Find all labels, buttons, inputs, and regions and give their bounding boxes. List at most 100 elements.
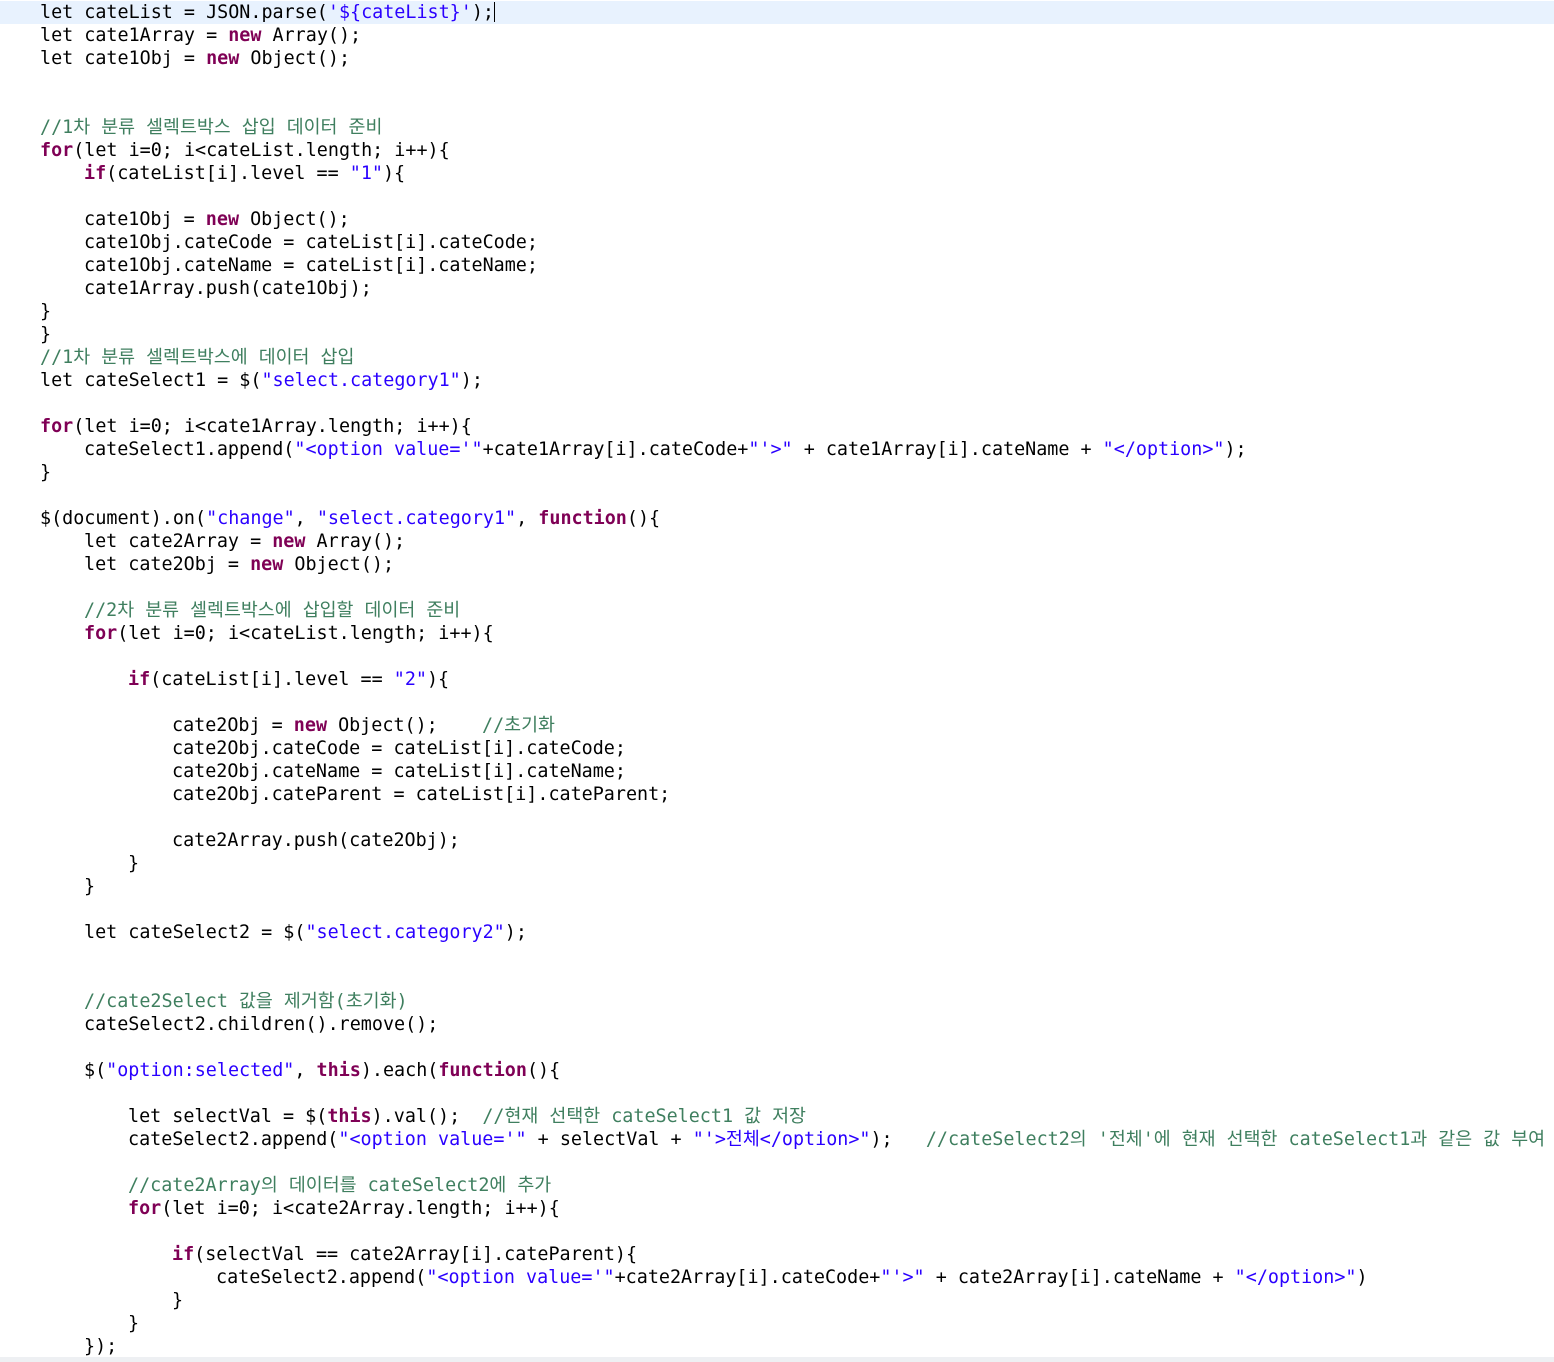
code-line[interactable] xyxy=(0,576,1554,599)
code-line[interactable] xyxy=(0,392,1554,415)
code-string: "<option value='" xyxy=(338,1129,527,1150)
code-line[interactable]: let cateSelect1 = $("select.category1"); xyxy=(0,369,1554,392)
code-token: let cate2Array = xyxy=(84,531,273,552)
code-comment: //현재 선택한 cateSelect1 값 저장 xyxy=(482,1106,806,1127)
code-line[interactable]: if(cateList[i].level == "1"){ xyxy=(0,162,1554,185)
code-line[interactable]: } xyxy=(0,300,1554,323)
code-line[interactable]: let cate1Array = new Array(); xyxy=(0,24,1554,47)
code-line[interactable]: //cate2Array의 데이터를 cateSelect2에 추가 xyxy=(0,1174,1554,1197)
code-line[interactable]: cateSelect2.append("<option value='"+cat… xyxy=(0,1266,1554,1289)
code-line[interactable]: for(let i=0; i<cate1Array.length; i++){ xyxy=(0,415,1554,438)
code-line[interactable]: cate2Obj = new Object(); //초기화 xyxy=(0,714,1554,737)
code-line[interactable]: } xyxy=(0,1289,1554,1312)
code-token: }); xyxy=(84,1336,118,1357)
code-line[interactable]: if(selectVal == cate2Array[i].cateParent… xyxy=(0,1243,1554,1266)
code-token: } xyxy=(128,1313,140,1334)
code-line[interactable]: } xyxy=(0,852,1554,875)
code-line[interactable]: let cate2Obj = new Object(); xyxy=(0,553,1554,576)
code-line[interactable]: } xyxy=(0,461,1554,484)
code-line[interactable]: let cate1Obj = new Object(); xyxy=(0,47,1554,70)
code-line[interactable]: let cate2Array = new Array(); xyxy=(0,530,1554,553)
code-line[interactable] xyxy=(0,645,1554,668)
code-token: Object(); xyxy=(239,209,350,230)
code-line[interactable]: for(let i=0; i<cateList.length; i++){ xyxy=(0,622,1554,645)
code-string: "'>" xyxy=(880,1267,925,1288)
code-line[interactable]: cate1Obj = new Object(); xyxy=(0,208,1554,231)
code-line[interactable] xyxy=(0,185,1554,208)
code-keyword: function xyxy=(438,1060,527,1081)
code-token: let cate2Obj = xyxy=(84,554,251,575)
code-line[interactable]: } xyxy=(0,875,1554,898)
code-keyword: this xyxy=(327,1106,372,1127)
code-token: (){ xyxy=(526,1060,561,1081)
code-token: ); xyxy=(870,1129,926,1150)
code-line[interactable] xyxy=(0,70,1554,93)
code-line[interactable]: } xyxy=(0,1312,1554,1335)
code-keyword: new xyxy=(272,531,306,552)
code-line[interactable] xyxy=(0,1082,1554,1105)
code-line[interactable] xyxy=(0,1220,1554,1243)
code-line[interactable]: }); xyxy=(0,1335,1554,1358)
code-line[interactable] xyxy=(0,806,1554,829)
code-line[interactable]: cate2Obj.cateName = cateList[i].cateName… xyxy=(0,760,1554,783)
code-comment: //2차 분류 셀렉트박스에 삽입할 데이터 준비 xyxy=(84,600,461,621)
code-editor[interactable]: let cateList = JSON.parse('${cateList}')… xyxy=(0,0,1554,1362)
code-string: "select.category1" xyxy=(261,370,461,391)
code-token: (){ xyxy=(626,508,661,529)
code-token: Array(); xyxy=(261,25,362,46)
code-line[interactable] xyxy=(0,944,1554,967)
code-line[interactable]: cate2Array.push(cate2Obj); xyxy=(0,829,1554,852)
code-line[interactable] xyxy=(0,484,1554,507)
code-text-area[interactable]: let cateList = JSON.parse('${cateList}')… xyxy=(0,1,1554,1358)
code-line[interactable]: for(let i=0; i<cate2Array.length; i++){ xyxy=(0,1197,1554,1220)
code-string: "change" xyxy=(206,508,295,529)
code-comment: //1차 분류 셀렉트박스 삽입 데이터 준비 xyxy=(40,117,383,138)
code-line[interactable] xyxy=(0,1036,1554,1059)
code-line[interactable]: cate2Obj.cateCode = cateList[i].cateCode… xyxy=(0,737,1554,760)
horizontal-scrollbar[interactable] xyxy=(0,1357,1554,1362)
code-line[interactable]: for(let i=0; i<cateList.length; i++){ xyxy=(0,139,1554,162)
code-line[interactable]: cateSelect1.append("<option value='"+cat… xyxy=(0,438,1554,461)
code-line[interactable]: $("option:selected", this).each(function… xyxy=(0,1059,1554,1082)
code-token: cateSelect2.append( xyxy=(216,1267,427,1288)
code-line[interactable]: //1차 분류 셀렉트박스에 데이터 삽입 xyxy=(0,346,1554,369)
code-token: } xyxy=(40,462,52,483)
code-line[interactable]: //1차 분류 셀렉트박스 삽입 데이터 준비 xyxy=(0,116,1554,139)
code-token: } xyxy=(172,1290,184,1311)
code-string: "</option>" xyxy=(1102,439,1225,460)
code-line[interactable]: let selectVal = $(this).val(); //현재 선택한 … xyxy=(0,1105,1554,1128)
code-token: , xyxy=(294,1060,317,1081)
code-token: Array(); xyxy=(305,531,406,552)
code-comment: //cateSelect2의 '전체'에 현재 선택한 cateSelect1과… xyxy=(925,1129,1546,1150)
code-line[interactable]: cateSelect2.append("<option value='" + s… xyxy=(0,1128,1554,1151)
code-line[interactable] xyxy=(0,967,1554,990)
code-token: Object(); xyxy=(327,715,483,736)
code-line[interactable]: let cateList = JSON.parse('${cateList}')… xyxy=(0,1,1554,24)
code-line[interactable]: cate2Obj.cateParent = cateList[i].catePa… xyxy=(0,783,1554,806)
code-line[interactable]: if(cateList[i].level == "2"){ xyxy=(0,668,1554,691)
code-string: "2" xyxy=(393,669,427,690)
code-token: $(document).on( xyxy=(40,508,207,529)
code-line[interactable]: //cate2Select 값을 제거함(초기화) xyxy=(0,990,1554,1013)
code-line[interactable]: cate1Obj.cateCode = cateList[i].cateCode… xyxy=(0,231,1554,254)
code-token: ); xyxy=(471,2,494,23)
code-token: ); xyxy=(1224,439,1247,460)
code-token: (let i=0; i<cateList.length; i++){ xyxy=(117,623,494,644)
code-keyword: new xyxy=(250,554,284,575)
code-line[interactable] xyxy=(0,691,1554,714)
code-token: (selectVal == cate2Array[i].cateParent){ xyxy=(194,1244,638,1265)
code-line[interactable]: let cateSelect2 = $("select.category2"); xyxy=(0,921,1554,944)
code-line[interactable]: cateSelect2.children().remove(); xyxy=(0,1013,1554,1036)
code-keyword: if xyxy=(172,1244,195,1265)
code-line[interactable]: //2차 분류 셀렉트박스에 삽입할 데이터 준비 xyxy=(0,599,1554,622)
code-keyword: for xyxy=(40,416,74,437)
code-line[interactable]: cate1Array.push(cate1Obj); xyxy=(0,277,1554,300)
code-line[interactable] xyxy=(0,93,1554,116)
code-line[interactable] xyxy=(0,898,1554,921)
code-keyword: this xyxy=(316,1060,361,1081)
code-line[interactable]: cate1Obj.cateName = cateList[i].cateName… xyxy=(0,254,1554,277)
code-token: ).each( xyxy=(360,1060,439,1081)
code-line[interactable] xyxy=(0,1151,1554,1174)
code-line[interactable]: $(document).on("change", "select.categor… xyxy=(0,507,1554,530)
code-line[interactable]: } xyxy=(0,323,1554,346)
